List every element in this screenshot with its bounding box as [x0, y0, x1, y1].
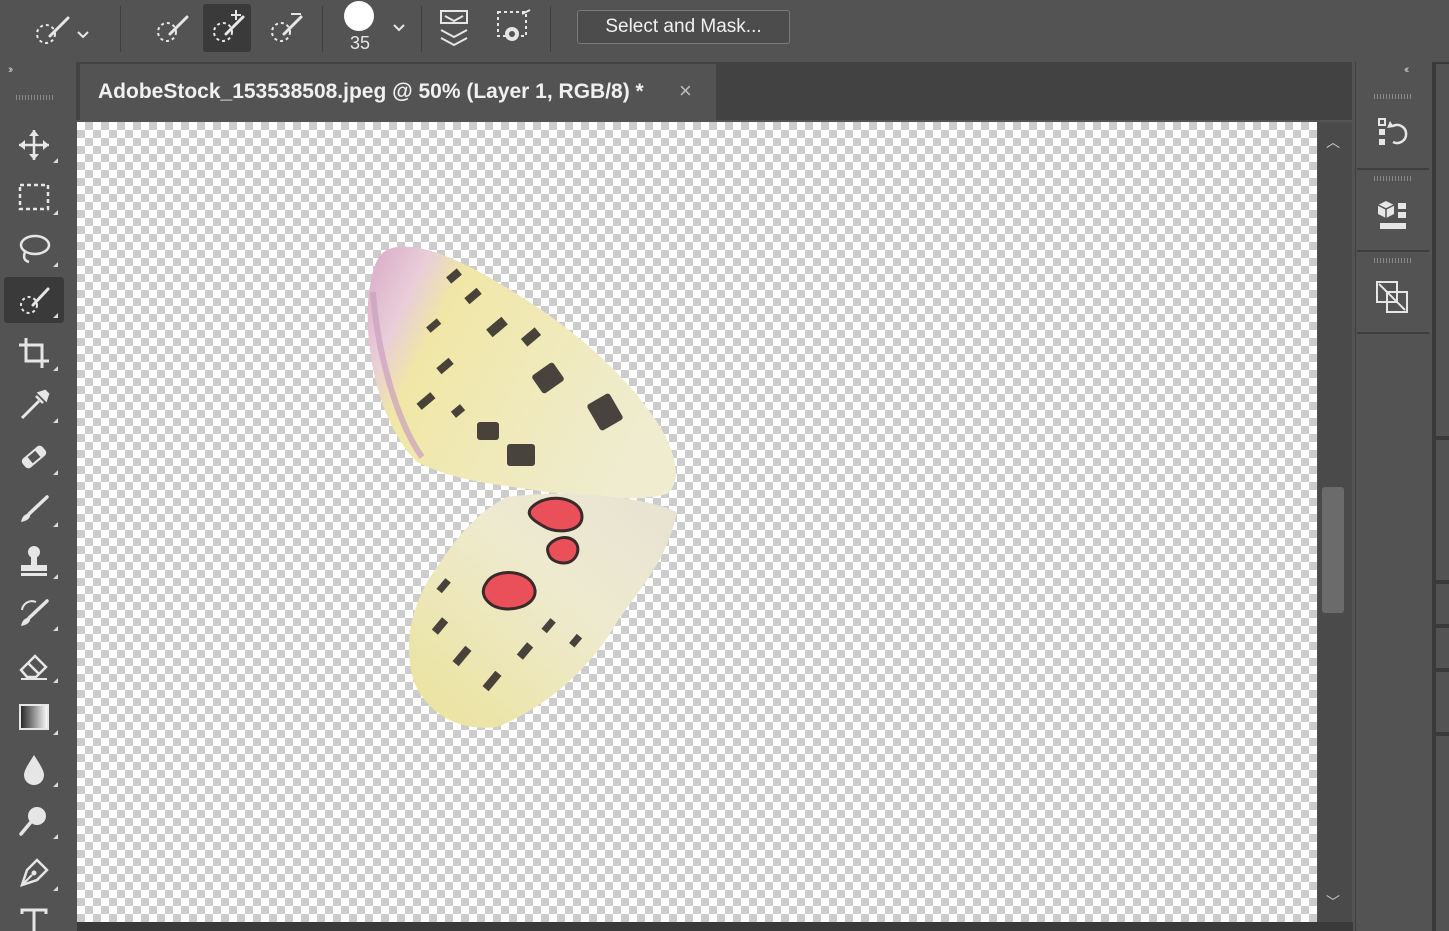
subtract-from-selection-button[interactable]: [262, 6, 308, 50]
water-drop-icon: [24, 755, 44, 785]
blur-tool[interactable]: [4, 746, 64, 792]
options-separator: [322, 6, 323, 52]
bandage-icon: [21, 445, 47, 469]
eraser-icon: [19, 654, 48, 680]
select-and-mask-button[interactable]: Select and Mask...: [577, 10, 790, 44]
scrollbar-thumb[interactable]: [1322, 487, 1344, 613]
panel-edge-segment: [1436, 736, 1449, 931]
auto-enhance-button[interactable]: [492, 6, 536, 50]
close-tab-icon[interactable]: ×: [679, 78, 692, 104]
color-swatch-panel-button[interactable]: [1359, 272, 1427, 324]
lasso-icon: [19, 234, 51, 264]
scroll-down-icon[interactable]: ﹀: [1326, 892, 1340, 912]
add-to-selection-button[interactable]: [203, 4, 251, 52]
pen-icon: [20, 858, 49, 887]
document-canvas[interactable]: [77, 122, 1317, 922]
butterfly-wing-image: [367, 246, 677, 728]
clone-stamp-tool[interactable]: [4, 538, 64, 584]
eyedropper-tool[interactable]: [4, 382, 64, 428]
options-separator: [421, 6, 422, 52]
panel-grip[interactable]: [1374, 258, 1412, 263]
subtract-from-selection-icon: [271, 13, 303, 42]
swatches-toggle-icon: [1376, 281, 1408, 313]
history-brush-icon: [21, 599, 49, 626]
panel-grip[interactable]: [1374, 176, 1412, 181]
history-panel-button[interactable]: [1359, 108, 1427, 160]
eyedropper-icon: [20, 389, 50, 420]
panel-edge-segment: [1436, 440, 1449, 580]
new-selection-icon: [157, 15, 189, 42]
eraser-tool[interactable]: [4, 642, 64, 688]
tool-preset-picker[interactable]: [30, 12, 90, 48]
marquee-tool[interactable]: [4, 174, 64, 220]
new-selection-button[interactable]: [148, 6, 194, 50]
3d-materials-icon: [1377, 201, 1406, 229]
panel-edge-segment: [1436, 628, 1449, 668]
brush-icon: [21, 495, 49, 522]
quick-selection-tool[interactable]: [4, 277, 64, 323]
brush-size-value: 35: [349, 33, 371, 53]
3d-panel-button[interactable]: [1359, 190, 1427, 242]
rectangular-marquee-icon: [18, 183, 50, 211]
crop-icon: [19, 338, 49, 368]
panel-divider: [1357, 332, 1429, 334]
pen-tool[interactable]: [4, 850, 64, 896]
dodge-tool[interactable]: [4, 798, 64, 844]
document-tab-title[interactable]: AdobeStock_153538508.jpeg @ 50% (Layer 1…: [98, 80, 644, 104]
toolbar-grip[interactable]: [16, 95, 54, 100]
toolbar-collapse-button[interactable]: ››: [8, 64, 14, 76]
scroll-up-icon[interactable]: ︿: [1326, 132, 1340, 152]
quick-selection-icon: [36, 16, 89, 44]
lasso-tool[interactable]: [4, 226, 64, 272]
brush-tool[interactable]: [4, 486, 64, 532]
gradient-icon: [19, 704, 49, 730]
add-to-selection-icon: [213, 10, 245, 42]
panel-grip[interactable]: [1374, 94, 1412, 99]
type-tool[interactable]: [4, 900, 64, 931]
move-icon: [19, 130, 49, 160]
panel-divider: [1357, 168, 1429, 170]
crop-tool[interactable]: [4, 330, 64, 376]
layers-stack-icon: [440, 10, 468, 47]
history-brush-tool[interactable]: [4, 590, 64, 636]
dodge-icon: [19, 807, 46, 836]
history-icon: [1378, 118, 1408, 145]
panel-edge-segment: [1436, 584, 1449, 624]
stamp-icon: [21, 546, 47, 576]
healing-brush-tool[interactable]: [4, 434, 64, 480]
sample-all-layers-button[interactable]: [433, 6, 477, 50]
status-bar: [77, 922, 1353, 931]
type-icon: [20, 908, 48, 931]
brush-tip-icon: [344, 1, 405, 32]
options-separator: [120, 6, 121, 52]
panel-dock-collapse-button[interactable]: ‹‹: [1404, 64, 1410, 76]
panel-edge-segment: [1436, 672, 1449, 732]
auto-enhance-icon: [497, 9, 531, 41]
options-separator: [550, 6, 551, 52]
gradient-tool[interactable]: [4, 694, 64, 740]
panel-divider: [1357, 250, 1429, 252]
quick-selection-icon: [20, 287, 50, 314]
move-tool[interactable]: [4, 122, 64, 168]
panel-edge-segment: [1436, 64, 1449, 436]
